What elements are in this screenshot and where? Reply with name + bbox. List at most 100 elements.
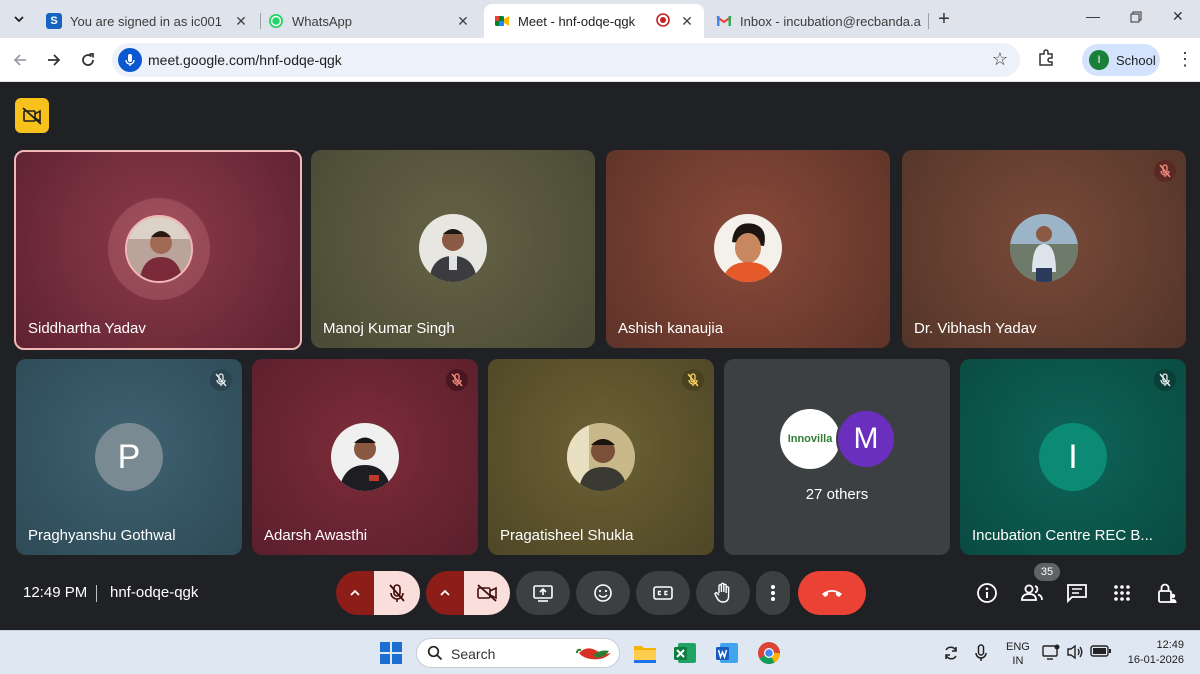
bookmark-star-icon[interactable]: ☆: [992, 49, 1008, 70]
language-code: ENG: [1006, 641, 1030, 653]
participant-tile[interactable]: Adarsh Awasthi: [252, 359, 478, 555]
call-end-icon: [822, 590, 842, 597]
battery-icon[interactable]: [1090, 644, 1112, 661]
present-screen-button[interactable]: [516, 571, 570, 615]
address-bar[interactable]: meet.google.com/hnf-odqe-qgk ☆: [112, 43, 1020, 77]
participant-name: Adarsh Awasthi: [264, 527, 368, 544]
others-tile[interactable]: Innovilla M 27 others: [724, 359, 950, 555]
people-icon: [1021, 584, 1043, 601]
tab-search-button[interactable]: [8, 8, 30, 30]
reload-button[interactable]: [76, 48, 100, 72]
avatar: [419, 214, 487, 282]
avatar: [1010, 214, 1078, 282]
microphone-toggle-button[interactable]: [374, 571, 420, 615]
raise-hand-button[interactable]: [696, 571, 750, 615]
mic-off-icon: [1154, 160, 1176, 182]
audio-options-button[interactable]: [336, 571, 374, 615]
people-button[interactable]: [1018, 579, 1046, 607]
participant-name: Incubation Centre REC B...: [972, 527, 1153, 544]
profile-chip[interactable]: I School: [1082, 44, 1160, 76]
participant-tile[interactable]: Manoj Kumar Singh: [311, 150, 595, 348]
browser-tab-strip: S You are signed in as ic001 ✕ WhatsApp …: [0, 0, 1200, 38]
participant-tile[interactable]: Pragatisheel Shukla: [488, 359, 714, 555]
word-icon[interactable]: [714, 640, 740, 666]
restore-button[interactable]: [1130, 10, 1142, 26]
lock-person-icon: [1158, 583, 1177, 603]
back-button[interactable]: [8, 48, 32, 72]
chat-button[interactable]: [1063, 579, 1091, 607]
tab-title: WhatsApp: [292, 13, 352, 29]
camera-off-indicator[interactable]: [15, 98, 49, 133]
participant-tile[interactable]: Siddhartha Yadav: [14, 150, 302, 350]
chili-pepper-icon: [576, 648, 611, 660]
recording-icon: [656, 12, 670, 30]
tab-signed-in[interactable]: S You are signed in as ic001 ✕: [36, 4, 258, 38]
leave-call-button[interactable]: [798, 571, 866, 615]
host-controls-button[interactable]: [1153, 579, 1181, 607]
no-video-icon: [22, 106, 42, 125]
participant-tile[interactable]: Dr. Vibhash Yadav: [902, 150, 1186, 348]
extensions-button[interactable]: [1036, 48, 1058, 70]
browser-menu-icon[interactable]: ⋮: [1176, 50, 1194, 68]
mic-off-icon: [389, 584, 405, 602]
puzzle-icon: [1039, 49, 1053, 66]
chat-icon: [1067, 584, 1087, 603]
sync-icon[interactable]: [942, 644, 960, 665]
avatar: [331, 423, 399, 491]
meeting-code: hnf-odqe-qgk: [110, 584, 199, 601]
meeting-clock: 12:49 PM: [23, 584, 88, 601]
close-icon[interactable]: ✕: [454, 12, 472, 30]
video-options-button[interactable]: [426, 571, 464, 615]
others-count-label: 27 others: [805, 486, 869, 503]
windows-logo-icon: [380, 642, 390, 652]
tab-meet[interactable]: Meet - hnf-odqe-qgk ✕: [484, 4, 704, 38]
taskbar-clock[interactable]: 12:49 16-01-2026: [1124, 638, 1184, 668]
language-indicator[interactable]: ENG IN: [1006, 640, 1030, 668]
participant-tile[interactable]: P Praghyanshu Gothwal: [16, 359, 242, 555]
new-tab-button[interactable]: +: [934, 8, 954, 30]
search-icon: [427, 645, 443, 661]
taskbar-search-box[interactable]: Search: [416, 638, 620, 668]
region-code: IN: [1012, 655, 1024, 667]
network-icon[interactable]: [1042, 644, 1060, 663]
browser-toolbar: meet.google.com/hnf-odqe-qgk ☆ I School …: [0, 38, 1200, 82]
excel-icon[interactable]: [672, 640, 698, 666]
avatar: M: [836, 409, 896, 469]
tab-gmail[interactable]: Inbox - incubation@recbanda.a: [706, 4, 928, 38]
camera-toggle-button[interactable]: [464, 571, 510, 615]
reactions-button[interactable]: [576, 571, 630, 615]
info-icon: [977, 583, 997, 603]
more-options-button[interactable]: [756, 571, 790, 615]
tab-title: Meet - hnf-odqe-qgk: [518, 13, 636, 29]
minimize-button[interactable]: —: [1086, 8, 1100, 24]
participant-tile[interactable]: I Incubation Centre REC B...: [960, 359, 1186, 555]
captions-button[interactable]: [636, 571, 690, 615]
url-text[interactable]: meet.google.com/hnf-odqe-qgk: [148, 52, 342, 68]
avatar: I: [1089, 50, 1109, 70]
site-info-icon[interactable]: [118, 48, 142, 72]
tab-title: You are signed in as ic001: [70, 13, 223, 29]
meeting-details-button[interactable]: [973, 579, 1001, 607]
activities-button[interactable]: [1108, 579, 1136, 607]
forward-button[interactable]: [42, 48, 66, 72]
volume-icon[interactable]: [1066, 644, 1084, 663]
divider: [96, 585, 97, 602]
participant-tile[interactable]: Ashish kanaujia: [606, 150, 890, 348]
windows-start-button[interactable]: [380, 642, 402, 664]
microphone-tray-icon[interactable]: [974, 644, 988, 665]
apps-grid-icon: [1114, 585, 1130, 601]
search-label: Search: [451, 646, 496, 662]
file-explorer-icon[interactable]: [632, 640, 658, 666]
tab-whatsapp[interactable]: WhatsApp ✕: [258, 4, 480, 38]
close-icon[interactable]: ✕: [232, 12, 250, 30]
window-close-button[interactable]: ✕: [1172, 8, 1184, 25]
others-avatars: Innovilla M: [780, 409, 900, 471]
captions-icon: [653, 586, 673, 600]
close-icon[interactable]: ✕: [678, 12, 696, 30]
participant-name: Pragatisheel Shukla: [500, 527, 634, 544]
chevron-down-icon: [14, 16, 24, 23]
meet-icon: [494, 13, 510, 29]
emoji-icon: [594, 584, 612, 602]
chrome-icon[interactable]: [756, 640, 782, 666]
meet-stage: Siddhartha Yadav Manoj Kumar Singh Ashis…: [0, 82, 1200, 630]
